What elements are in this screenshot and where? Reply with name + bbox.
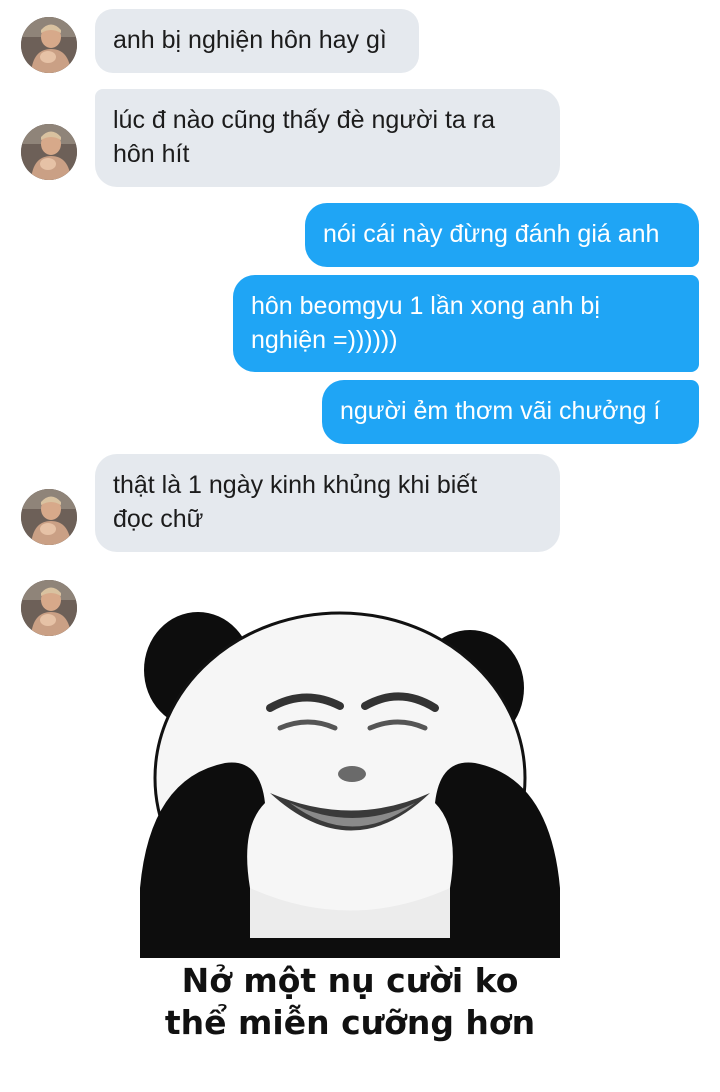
sticker-caption: Nở một nụ cười ko thể miễn cưỡng hơn — [164, 961, 536, 1042]
message-bubble-outgoing[interactable]: nói cái này đừng đánh giá anh — [305, 203, 699, 267]
avatar-photo-icon — [21, 124, 77, 180]
message-bubble-incoming[interactable]: thật là 1 ngày kinh khủng khi biết đọc c… — [95, 454, 560, 552]
contact-avatar[interactable] — [21, 17, 77, 73]
message-bubble-outgoing[interactable]: người ẻm thơm vãi chưởng í — [322, 380, 699, 444]
message-bubble-incoming[interactable]: anh bị nghiện hôn hay gì — [95, 9, 419, 73]
avatar-photo-icon — [21, 17, 77, 73]
panda-face-icon — [130, 588, 570, 958]
avatar-photo-icon — [21, 580, 77, 636]
contact-avatar[interactable] — [21, 489, 77, 545]
contact-avatar[interactable] — [21, 580, 77, 636]
message-bubble-outgoing[interactable]: hôn beomgyu 1 lần xong anh bị nghiện =))… — [233, 275, 699, 372]
avatar-photo-icon — [21, 489, 77, 545]
message-bubble-incoming[interactable]: lúc đ nào cũng thấy đè người ta ra hôn h… — [95, 89, 560, 187]
panda-meme-sticker[interactable]: Nở một nụ cười ko thể miễn cưỡng hơn — [130, 588, 570, 1068]
contact-avatar[interactable] — [21, 124, 77, 180]
